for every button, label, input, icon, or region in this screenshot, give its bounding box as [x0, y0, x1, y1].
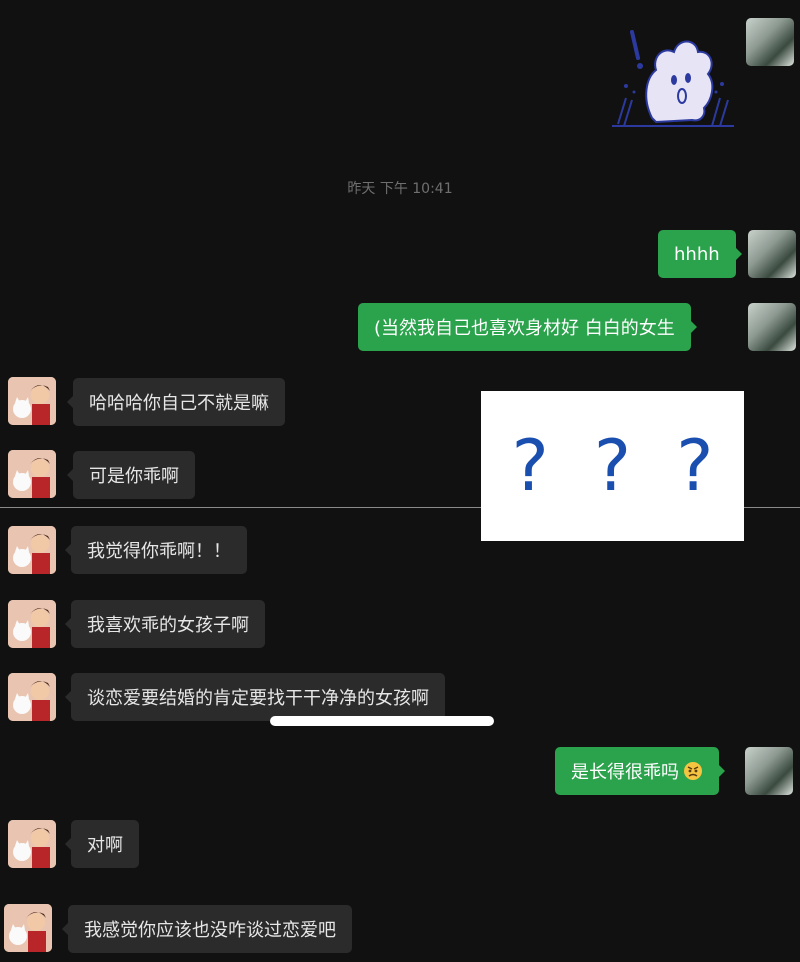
question-mark: ?	[511, 425, 549, 507]
angry-face-emoji-icon	[684, 762, 702, 780]
peer-avatar[interactable]	[8, 377, 56, 425]
message-text: 我喜欢乖的女孩子啊	[87, 615, 249, 636]
cartoon-boy-cat-avatar-icon	[8, 526, 56, 574]
peer-avatar[interactable]	[8, 820, 56, 868]
timestamp: 昨天 下午 10:41	[347, 181, 453, 197]
incoming-message[interactable]: 我感觉你应该也没咋谈过恋爱吧	[62, 905, 352, 953]
incoming-message[interactable]: 可是你乖啊	[67, 451, 195, 499]
chat-window: 昨天 下午 10:41 hhhh (当然我自己也喜欢身材好 白白的女生 哈哈哈你…	[0, 0, 800, 962]
self-avatar[interactable]	[748, 303, 796, 351]
self-avatar[interactable]	[745, 747, 793, 795]
cartoon-boy-cat-avatar-icon	[8, 673, 56, 721]
message-text: 是长得很乖吗	[571, 762, 679, 783]
peer-avatar[interactable]	[8, 600, 56, 648]
self-avatar[interactable]	[748, 230, 796, 278]
outgoing-message[interactable]: 是长得很乖吗	[555, 747, 725, 795]
peer-avatar[interactable]	[8, 526, 56, 574]
cartoon-boy-cat-avatar-icon	[8, 820, 56, 868]
peer-avatar[interactable]	[4, 904, 52, 952]
self-avatar[interactable]	[746, 18, 794, 66]
cartoon-boy-cat-avatar-icon	[8, 377, 56, 425]
incoming-message[interactable]: 谈恋爱要结婚的肯定要找干干净净的女孩啊	[65, 673, 445, 721]
message-text: hhhh	[674, 243, 720, 265]
outgoing-message[interactable]: hhhh	[658, 230, 742, 278]
message-text: 可是你乖啊	[89, 466, 179, 487]
incoming-message[interactable]: 我觉得你乖啊！！	[65, 526, 247, 574]
message-text: 谈恋爱要结婚的肯定要找干干净净的女孩啊	[87, 688, 429, 709]
message-text: 我觉得你乖啊！！	[87, 541, 231, 562]
incoming-message[interactable]: 我喜欢乖的女孩子啊	[65, 600, 265, 648]
shocked-cartoon-sticker-icon[interactable]	[612, 28, 734, 128]
message-text: (当然我自己也喜欢身材好 白白的女生	[374, 318, 675, 339]
question-marks-overlay: ? ? ?	[481, 391, 744, 541]
message-text: 对啊	[87, 835, 123, 856]
message-text: 我感觉你应该也没咋谈过恋爱吧	[84, 920, 336, 941]
question-mark: ?	[593, 425, 632, 507]
cartoon-boy-cat-avatar-icon	[8, 600, 56, 648]
peer-avatar[interactable]	[8, 450, 56, 498]
cartoon-boy-cat-avatar-icon	[4, 904, 52, 952]
peer-avatar[interactable]	[8, 673, 56, 721]
question-mark: ?	[676, 425, 714, 507]
message-text: 哈哈哈你自己不就是嘛	[89, 393, 269, 414]
cartoon-boy-cat-avatar-icon	[8, 450, 56, 498]
outgoing-message[interactable]: (当然我自己也喜欢身材好 白白的女生	[358, 303, 697, 351]
incoming-message[interactable]: 哈哈哈你自己不就是嘛	[67, 378, 285, 426]
incoming-message[interactable]: 对啊	[65, 820, 139, 868]
highlight-underline	[270, 716, 494, 726]
